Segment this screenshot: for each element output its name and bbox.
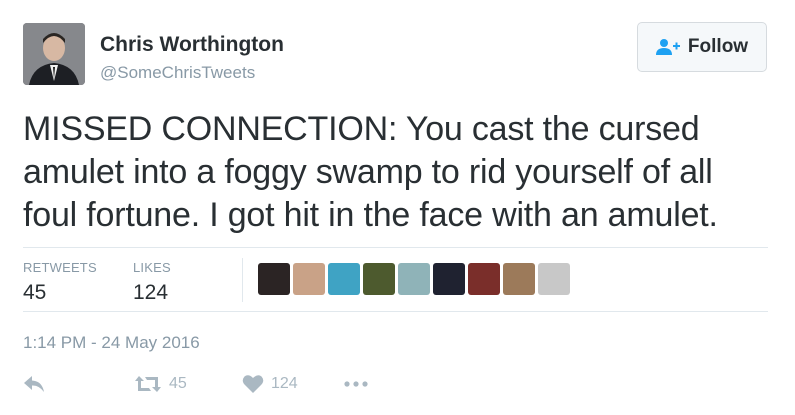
liker-avatar-6[interactable] — [433, 263, 465, 295]
divider — [23, 311, 768, 312]
like-count: 124 — [271, 375, 298, 392]
person-plus-icon — [655, 39, 680, 55]
retweets-count: 45 — [23, 281, 47, 304]
tweet-line: amulet into a foggy swamp to rid yoursel… — [23, 153, 713, 191]
liker-avatar-5[interactable] — [398, 263, 430, 295]
author-avatar[interactable] — [23, 23, 85, 85]
reply-icon — [24, 376, 44, 392]
follow-button-label: Follow — [687, 36, 749, 57]
stats-divider — [242, 258, 243, 302]
liker-avatar-3[interactable] — [328, 263, 360, 295]
more-button[interactable] — [344, 381, 368, 387]
divider — [23, 247, 768, 248]
follow-button[interactable]: Follow — [637, 22, 767, 72]
tweet-line: foul fortune. I got hit in the face with… — [23, 196, 718, 234]
retweet-count: 45 — [169, 375, 187, 392]
liker-avatar-8[interactable] — [503, 263, 535, 295]
tweet-timestamp[interactable]: 1:14 PM - 24 May 2016 — [23, 333, 200, 353]
liker-avatar-2[interactable] — [293, 263, 325, 295]
tweet-line: MISSED CONNECTION: You cast the cursed — [23, 110, 700, 148]
liker-avatar-7[interactable] — [468, 263, 500, 295]
more-dots-icon — [344, 381, 368, 387]
author-name[interactable]: Chris Worthington — [100, 33, 284, 57]
heart-icon — [242, 375, 264, 393]
retweets-stat[interactable]: RETWEETS 45 — [23, 260, 97, 305]
likers-avatars — [258, 263, 570, 295]
like-button[interactable]: 124 — [242, 374, 298, 394]
author-handle[interactable]: @SomeChrisTweets — [100, 63, 255, 83]
likes-label: LIKES — [133, 260, 171, 275]
likes-stat[interactable]: LIKES 124 — [133, 260, 171, 305]
liker-avatar-1[interactable] — [258, 263, 290, 295]
retweet-button[interactable]: 45 — [134, 374, 187, 394]
retweets-label: RETWEETS — [23, 260, 97, 275]
reply-button[interactable] — [23, 375, 45, 393]
retweet-icon — [135, 376, 161, 392]
tweet-text: MISSED CONNECTION: You cast the cursed a… — [23, 108, 773, 237]
liker-avatar-9[interactable] — [538, 263, 570, 295]
likes-count: 124 — [133, 281, 169, 304]
liker-avatar-4[interactable] — [363, 263, 395, 295]
